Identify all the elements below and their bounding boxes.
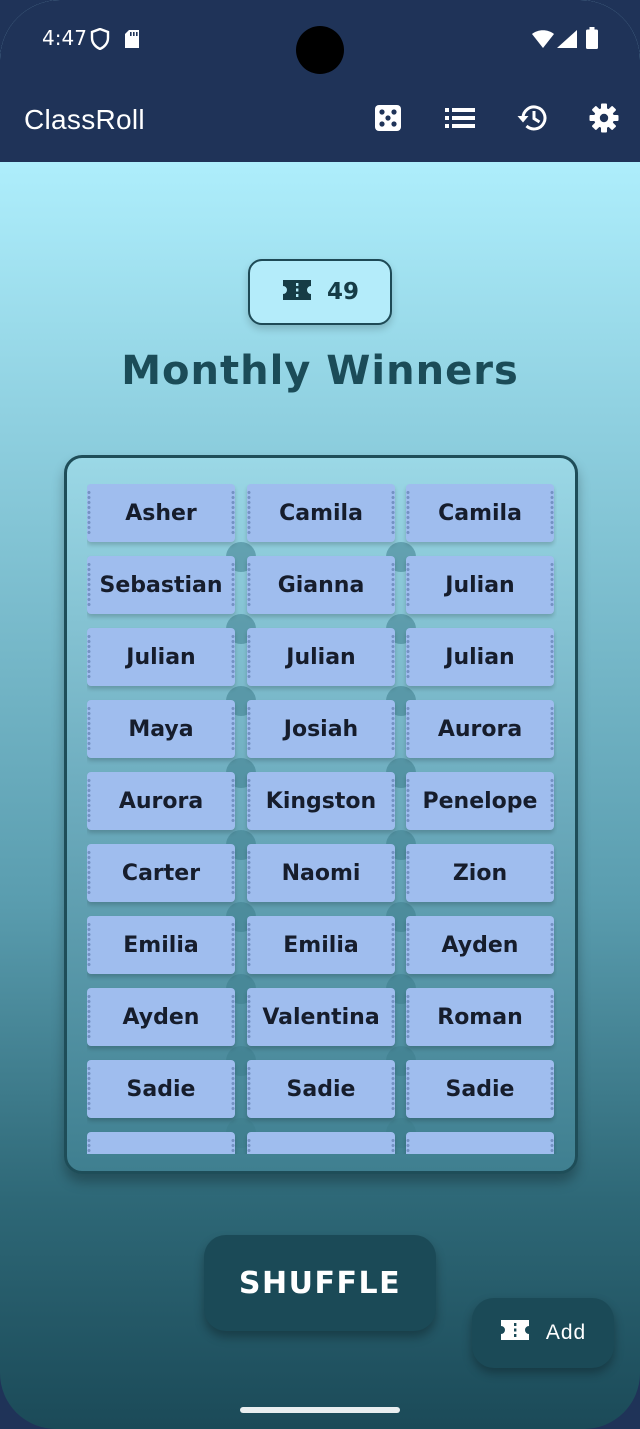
battery-icon	[586, 27, 598, 53]
dice-icon	[374, 104, 402, 136]
name-ticket[interactable]: Camila	[247, 484, 395, 542]
name-ticket[interactable]: Kingston	[247, 772, 395, 830]
random-pick-button[interactable]	[368, 100, 408, 140]
name-ticket[interactable]: Naomi	[247, 844, 395, 902]
list-view-button[interactable]	[440, 100, 480, 140]
home-indicator[interactable]	[240, 1407, 400, 1413]
name-ticket[interactable]: Zion	[406, 844, 554, 902]
name-ticket[interactable]: Julian	[406, 556, 554, 614]
sd-card-icon	[124, 29, 140, 53]
ticket-icon	[500, 1319, 530, 1347]
name-ticket-partial[interactable]	[406, 1132, 554, 1154]
name-ticket-partial[interactable]	[87, 1132, 235, 1154]
name-ticket[interactable]: Aurora	[87, 772, 235, 830]
name-ticket[interactable]: Gianna	[247, 556, 395, 614]
ticket-icon	[281, 278, 313, 306]
name-ticket[interactable]: Aurora	[406, 700, 554, 758]
ticket-count-badge: 49	[248, 259, 392, 325]
page-title: Monthly Winners	[121, 348, 519, 394]
name-ticket[interactable]: Josiah	[247, 700, 395, 758]
name-ticket[interactable]: Emilia	[87, 916, 235, 974]
name-ticket[interactable]: Penelope	[406, 772, 554, 830]
history-icon	[516, 103, 548, 137]
ticket-count: 49	[326, 279, 359, 305]
shield-icon	[90, 27, 110, 54]
name-ticket[interactable]: Camila	[406, 484, 554, 542]
app-screen: 4:47 ClassRoll 49 Monthly Winners Asher …	[0, 0, 640, 1429]
name-ticket[interactable]: Roman	[406, 988, 554, 1046]
name-ticket[interactable]: Julian	[406, 628, 554, 686]
status-bar: 4:47	[0, 0, 640, 80]
name-ticket[interactable]: Valentina	[247, 988, 395, 1046]
ticket-board: Asher Camila Camila Sebastian Gianna Julian Ju…	[64, 455, 578, 1174]
name-ticket[interactable]: Maya	[87, 700, 235, 758]
camera-cutout	[296, 26, 344, 74]
add-ticket-button[interactable]: Add	[472, 1298, 614, 1368]
ticket-grid: Asher Camila Camila Sebastian Gianna Julian Ju…	[87, 484, 557, 1154]
signal-icon	[557, 30, 577, 52]
name-ticket[interactable]: Julian	[87, 628, 235, 686]
name-ticket[interactable]: Emilia	[247, 916, 395, 974]
name-ticket[interactable]: Carter	[87, 844, 235, 902]
name-ticket[interactable]: Ayden	[406, 916, 554, 974]
name-ticket[interactable]: Sadie	[406, 1060, 554, 1118]
settings-icon	[589, 103, 619, 137]
name-ticket[interactable]: Ayden	[87, 988, 235, 1046]
name-ticket[interactable]: Sadie	[87, 1060, 235, 1118]
name-ticket[interactable]: Julian	[247, 628, 395, 686]
add-ticket-label: Add	[545, 1321, 587, 1344]
name-ticket[interactable]: Asher	[87, 484, 235, 542]
shuffle-button[interactable]: SHUFFLE	[204, 1235, 436, 1331]
name-ticket[interactable]: Sadie	[247, 1060, 395, 1118]
history-button[interactable]	[512, 100, 552, 140]
name-ticket-partial[interactable]	[247, 1132, 395, 1154]
app-title: ClassRoll	[24, 104, 145, 135]
app-bar: ClassRoll	[0, 80, 640, 162]
list-icon	[445, 107, 475, 133]
wifi-icon	[532, 30, 554, 52]
settings-button[interactable]	[584, 100, 624, 140]
name-ticket[interactable]: Sebastian	[87, 556, 235, 614]
status-time: 4:47	[42, 26, 87, 50]
